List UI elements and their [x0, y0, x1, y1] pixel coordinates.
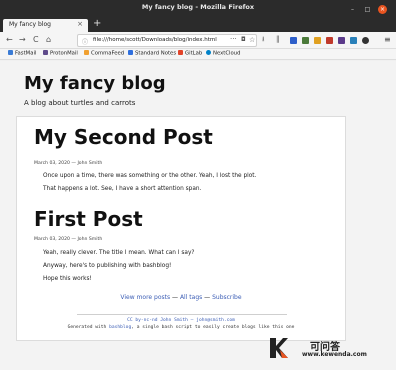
bookmark-gitlab[interactable]: GitLab: [178, 50, 202, 57]
extension-icon[interactable]: [326, 37, 333, 44]
bookmark-star-icon[interactable]: ☆: [249, 36, 255, 44]
post-paragraph: Yeah, really clever. The title I mean. W…: [43, 250, 195, 256]
watermark-url-text: www.kewenda.com: [302, 351, 367, 358]
bookmark-commafeed[interactable]: CommaFeed: [84, 50, 124, 57]
watermark: 可问答 www.kewenda.com: [264, 336, 392, 362]
extension-icon[interactable]: [338, 37, 345, 44]
post-paragraph: Hope this works!: [43, 276, 92, 282]
post-title[interactable]: First Post: [34, 207, 143, 231]
extension-icon[interactable]: [314, 37, 321, 44]
post-meta: March 03, 2020 — John Smith: [34, 161, 103, 166]
generated-with-text: Generated with bashblog, a single bash s…: [67, 325, 295, 330]
url-text[interactable]: file:///home/scott/Downloads/blog/index.…: [93, 37, 217, 43]
watermark-logo-icon: [270, 338, 288, 358]
page-content: My fancy blog A blog about turtles and c…: [0, 61, 396, 370]
page-info-icon[interactable]: ⓘ: [82, 37, 88, 46]
window-title: My fancy blog - Mozilla Firefox: [141, 3, 255, 11]
bookmark-fastmail[interactable]: FastMail: [8, 50, 36, 57]
reload-button[interactable]: C: [33, 35, 39, 44]
forward-button[interactable]: →: [19, 35, 26, 44]
standard-notes-icon: [128, 50, 133, 55]
page-actions-icon[interactable]: ···: [230, 35, 237, 43]
maximize-button[interactable]: □: [363, 5, 372, 14]
subscribe-link[interactable]: Subscribe: [212, 294, 241, 301]
bookmark-nextcloud[interactable]: NextCloud: [206, 50, 240, 57]
tab-strip: My fancy blog × +: [0, 18, 396, 32]
hamburger-menu-icon[interactable]: ≡: [384, 35, 391, 44]
minimize-button[interactable]: –: [348, 5, 357, 14]
close-window-button[interactable]: ×: [378, 5, 387, 14]
tab-label: My fancy blog: [9, 21, 51, 28]
post-meta: March 03, 2020 — John Smith: [34, 237, 103, 242]
post-paragraph: Once upon a time, there was something or…: [43, 173, 257, 179]
title-bar: My fancy blog - Mozilla Firefox – □ ×: [0, 0, 396, 18]
extension-icon[interactable]: [302, 37, 309, 44]
protonmail-icon: [43, 50, 48, 55]
view-more-posts-link[interactable]: View more posts: [120, 294, 170, 301]
extension-icon[interactable]: [362, 37, 369, 44]
home-button[interactable]: ⌂: [46, 35, 51, 44]
commafeed-icon: [84, 50, 89, 55]
post-paragraph: Anyway, here's to publishing with bashbl…: [43, 263, 172, 269]
url-bar[interactable]: ⓘ file:///home/scott/Downloads/blog/inde…: [77, 34, 257, 47]
tab-my-fancy-blog[interactable]: My fancy blog ×: [3, 19, 88, 32]
library-icon[interactable]: ‖: [276, 35, 280, 43]
posts-card: My Second Post March 03, 2020 — John Smi…: [16, 116, 346, 341]
footer-divider: [77, 314, 287, 315]
post-paragraph: That happens a lot. See, I have a short …: [43, 186, 202, 192]
bookmark-standard-notes[interactable]: Standard Notes: [128, 50, 176, 57]
extension-icon[interactable]: [350, 37, 357, 44]
extension-icon[interactable]: [290, 37, 297, 44]
bashblog-link[interactable]: bashblog: [109, 325, 131, 330]
back-button[interactable]: ←: [6, 35, 13, 44]
blog-subtitle: A blog about turtles and carrots: [24, 99, 136, 107]
pocket-icon[interactable]: ◘: [241, 36, 246, 43]
license-link[interactable]: CC by-nc-nd John Smith — john@smith.com: [17, 318, 345, 323]
all-tags-link[interactable]: All tags: [180, 294, 202, 301]
browser-window: My fancy blog - Mozilla Firefox – □ × My…: [0, 0, 396, 370]
fastmail-icon: [8, 50, 13, 55]
tab-close-icon[interactable]: ×: [77, 20, 83, 28]
nav-bar: ← → C ⌂ ⓘ file:///home/scott/Downloads/b…: [0, 32, 396, 49]
bookmark-protonmail[interactable]: ProtonMail: [43, 50, 78, 57]
new-tab-button[interactable]: +: [93, 18, 101, 29]
blog-nav-links: View more posts — All tags — Subscribe: [120, 294, 242, 301]
gitlab-icon: [178, 50, 183, 55]
blog-title[interactable]: My fancy blog: [24, 73, 166, 94]
post-title[interactable]: My Second Post: [34, 125, 213, 149]
downloads-icon[interactable]: ⭳: [262, 35, 264, 46]
bookmarks-toolbar: FastMail ProtonMail CommaFeed Standard N…: [0, 49, 396, 60]
nextcloud-icon: [206, 50, 211, 55]
